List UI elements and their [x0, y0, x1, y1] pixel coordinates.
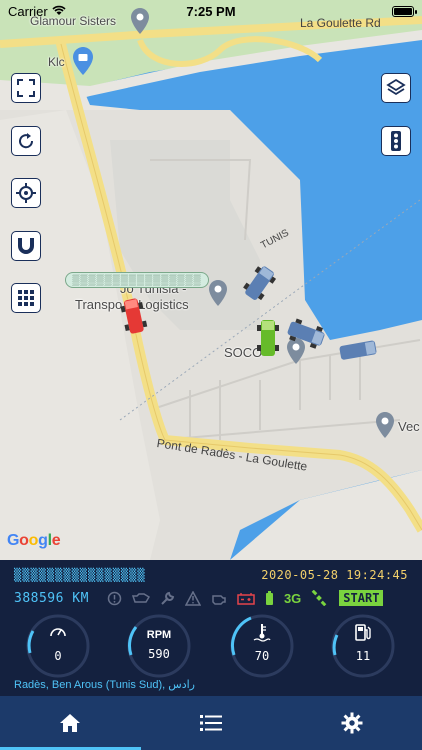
odometer: 388596 KM — [14, 590, 89, 606]
grid-icon — [18, 290, 34, 306]
engine-icon — [211, 592, 227, 605]
coolant-value: 70 — [254, 649, 270, 663]
rpm-label: RPM — [146, 629, 172, 641]
layers-button[interactable] — [381, 73, 411, 103]
coolant-gauge: 70 — [229, 613, 295, 679]
map-view[interactable]: Carrier 7:25 PM Glamour Sisters Klc La G… — [0, 0, 422, 560]
speed-value: 0 — [54, 649, 62, 663]
truck-marker-icon[interactable] — [254, 316, 282, 360]
battery-alert-icon — [237, 592, 255, 605]
speed-gauge: 0 — [25, 613, 91, 679]
tab-home[interactable] — [0, 696, 141, 750]
truck-marker-icon[interactable] — [238, 262, 280, 306]
truck-marker-icon[interactable] — [284, 318, 330, 350]
home-icon — [60, 714, 81, 732]
network-label: 3G — [283, 590, 302, 606]
google-logo: Google — [7, 532, 61, 549]
locate-button[interactable] — [11, 178, 41, 208]
fuel-gauge: 11 — [330, 613, 396, 679]
shopping-pin-icon[interactable] — [73, 47, 93, 75]
vehicle-name: ▒▒▒▒▒▒▒▒▒▒▒▒▒▒▒▒ — [14, 568, 146, 582]
warning-icon — [184, 590, 201, 606]
rpm-value: 590 — [148, 647, 170, 661]
traffic-button[interactable] — [381, 126, 411, 156]
oil-icon — [131, 592, 150, 604]
vehicle-info-panel: ▒▒▒▒▒▒▒▒▒▒▒▒▒▒▒▒ 2020-05-28 19:24:45 388… — [0, 560, 422, 696]
fullscreen-button[interactable] — [11, 73, 41, 103]
layers-icon — [386, 78, 406, 96]
gear-icon — [341, 712, 363, 734]
wifi-icon — [52, 4, 66, 19]
magnet-button[interactable] — [11, 231, 41, 261]
gps-satellite-icon — [311, 590, 327, 606]
wrench-icon — [160, 591, 175, 606]
refresh-icon — [19, 133, 34, 149]
tab-bar — [0, 696, 422, 750]
tab-list[interactable] — [141, 696, 282, 750]
truck-marker-icon[interactable] — [336, 336, 382, 364]
refresh-button[interactable] — [11, 126, 41, 156]
rpm-gauge: RPM 590 — [126, 613, 192, 679]
crosshair-icon — [16, 183, 36, 203]
truck-marker-icon[interactable] — [120, 296, 148, 338]
fullscreen-icon — [17, 79, 35, 97]
list-icon — [200, 715, 222, 731]
fuel-level-icon — [265, 590, 274, 606]
grid-button[interactable] — [11, 283, 41, 313]
status-bar: Carrier 7:25 PM — [0, 0, 422, 22]
magnet-icon — [18, 238, 34, 254]
traffic-light-icon — [391, 131, 401, 151]
map-pin-icon[interactable] — [376, 412, 394, 438]
tire-pressure-icon — [107, 591, 122, 606]
place-klc[interactable]: Klc — [48, 55, 65, 69]
carrier-label: Carrier — [8, 3, 48, 19]
fuel-value: 11 — [355, 649, 371, 663]
address-text: Radès, Ben Arous (Tunis Sud), رادس — [14, 679, 195, 691]
ignition-state-badge: START — [339, 590, 384, 606]
vehicle-plate-label[interactable]: ▒▒▒▒▒▒▒▒▒▒▒▒▒▒▒▒ — [65, 272, 209, 288]
battery-icon — [392, 5, 417, 17]
place-vec[interactable]: Vec — [398, 419, 420, 434]
tab-settings[interactable] — [281, 696, 422, 750]
last-update-date: 2020-05-28 19:24:45 — [261, 568, 408, 582]
map-pin-icon[interactable] — [209, 280, 227, 306]
